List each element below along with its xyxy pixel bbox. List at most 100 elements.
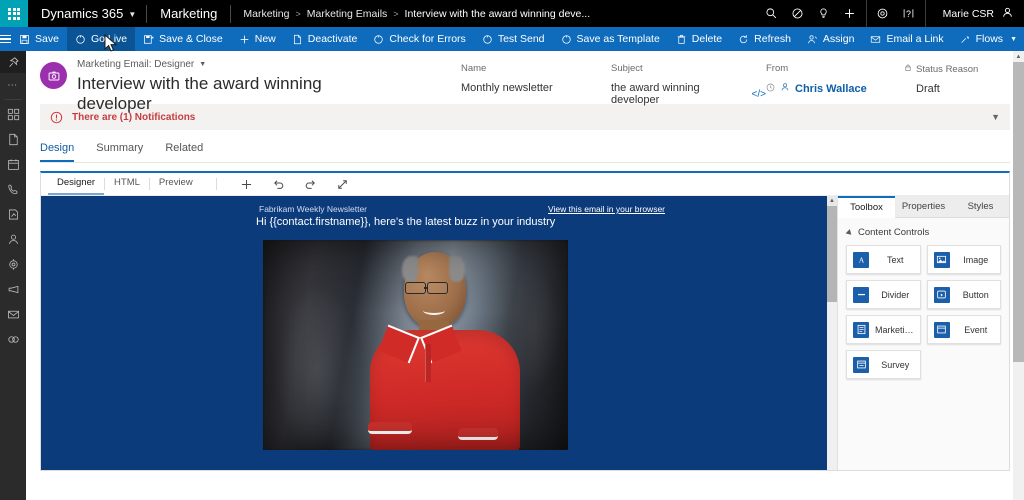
toolbox-tile-button[interactable]: Button (926, 280, 1001, 309)
deactivate-icon (292, 34, 303, 45)
command-bar: Save Go Live Save & Close New Deactivate… (0, 27, 1024, 51)
photo-smile (422, 306, 445, 315)
scroll-up-arrow-icon[interactable]: ▲ (1013, 51, 1024, 62)
deactivate-label: Deactivate (307, 33, 358, 45)
breadcrumb-item-current: Interview with the award winning deve... (404, 7, 591, 20)
tile-label: Button (962, 289, 989, 300)
top-navigation-bar: Dynamics 365 ▼ Marketing Marketing > Mar… (0, 0, 1024, 27)
new-button[interactable]: New (231, 27, 284, 51)
brand-menu[interactable]: Dynamics 365 ▼ (28, 0, 146, 27)
field-value-wrap[interactable]: the award winning developer </> (611, 82, 766, 106)
save-button[interactable]: Save (11, 27, 67, 51)
deactivate-button[interactable]: Deactivate (284, 27, 366, 51)
from-user-link[interactable]: Chris Wallace (795, 83, 867, 95)
sidebar-item-megaphone[interactable] (0, 277, 26, 302)
scroll-up-arrow-icon[interactable]: ▲ (827, 196, 837, 206)
photo-glasses-right (426, 282, 448, 294)
filter-icon[interactable] (785, 0, 811, 27)
field-label: From (766, 63, 789, 74)
header-field-subject: Subject the award winning developer </> (611, 63, 766, 106)
hamburger-icon[interactable] (0, 27, 11, 51)
toolbox-tile-divider[interactable]: Divider (846, 280, 921, 309)
chevron-down-icon[interactable]: ▼ (991, 112, 1000, 122)
toolbox-tile-image[interactable]: Image (926, 245, 1001, 274)
expand-fullscreen-icon[interactable] (327, 173, 359, 195)
sidebar-item-email[interactable] (0, 302, 26, 327)
designer-view-tab-designer[interactable]: Designer (48, 173, 105, 195)
email-hero-image[interactable] (263, 240, 568, 450)
page-vertical-scrollbar[interactable]: ▲ (1013, 51, 1024, 500)
tab-design[interactable]: Design (40, 142, 75, 162)
sidebar-item-settings[interactable] (0, 252, 26, 277)
sitemap-pin-icon[interactable] (0, 51, 26, 73)
event-icon (933, 321, 950, 338)
delete-label: Delete (691, 33, 723, 45)
photo-glasses-left (404, 282, 426, 294)
scrollbar-thumb[interactable] (827, 206, 837, 302)
refresh-button[interactable]: Refresh (730, 27, 799, 51)
tab-styles[interactable]: Styles (952, 196, 1009, 218)
redo-icon[interactable] (295, 173, 327, 195)
flows-button[interactable]: Flows ▼ (952, 27, 1024, 51)
divider (40, 162, 1010, 163)
search-icon[interactable] (759, 0, 785, 27)
toolbox-tile-text[interactable]: A Text (846, 245, 921, 274)
save-as-template-button[interactable]: Save as Template (553, 27, 668, 51)
sidebar-item-calendar[interactable] (0, 152, 26, 177)
tile-label: Text (886, 254, 904, 265)
save-and-close-button[interactable]: Save & Close (135, 27, 231, 51)
photo-glasses-bridge (423, 287, 428, 289)
assign-button[interactable]: Assign (799, 27, 863, 51)
lightbulb-icon[interactable] (811, 0, 837, 27)
email-greeting[interactable]: Hi {{contact.firstname}}, here's the lat… (256, 216, 555, 228)
sidebar-item-contacts-card[interactable] (0, 202, 26, 227)
more-dots-icon[interactable]: ⋯ (0, 73, 26, 97)
toolbox-tile-survey[interactable]: Survey (846, 350, 921, 379)
check-for-errors-button[interactable]: Check for Errors (365, 27, 473, 51)
help-question-icon[interactable]: ? (896, 0, 922, 27)
email-link-icon (870, 34, 881, 45)
delete-button[interactable]: Delete (668, 27, 730, 51)
designer-view-tab-preview[interactable]: Preview (150, 173, 202, 195)
tab-toolbox[interactable]: Toolbox (838, 196, 895, 218)
add-element-icon[interactable] (231, 173, 263, 195)
lock-icon (904, 63, 912, 75)
record-form-selector[interactable]: Marketing Email: Designer ▼ (77, 59, 346, 70)
svg-text:A: A (858, 255, 864, 264)
sidebar-item-segments[interactable] (0, 327, 26, 352)
divider (4, 99, 22, 100)
go-live-button[interactable]: Go Live (66, 27, 136, 51)
designer-view-tab-html[interactable]: HTML (105, 173, 149, 195)
breadcrumb-item-marketing-emails[interactable]: Marketing Emails (307, 8, 388, 20)
field-value-wrap[interactable]: Chris Wallace (766, 82, 904, 95)
divider (215, 178, 217, 190)
waffle-grid-icon[interactable] (0, 0, 28, 27)
tab-summary[interactable]: Summary (96, 142, 143, 162)
content-controls-section-header[interactable]: Content Controls (838, 218, 1009, 245)
add-icon[interactable] (837, 0, 863, 27)
scrollbar-thumb[interactable] (1013, 62, 1024, 362)
user-menu[interactable]: Marie CSR (929, 0, 1024, 27)
breadcrumb-item-marketing[interactable]: Marketing (243, 8, 289, 20)
sidebar-item-person[interactable] (0, 227, 26, 252)
toolbox-tile-marketing-page[interactable]: Marketing Pa... (846, 315, 921, 344)
test-send-button[interactable]: Test Send (474, 27, 553, 51)
canvas-vertical-scrollbar[interactable]: ▲ (827, 196, 837, 470)
email-a-link-button[interactable]: Email a Link (862, 27, 951, 51)
tab-properties[interactable]: Properties (895, 196, 952, 218)
save-close-icon (143, 34, 154, 45)
code-icon[interactable]: </> (752, 89, 766, 100)
email-canvas[interactable]: Fabrikam Weekly Newsletter View this ema… (41, 196, 837, 470)
field-label: Subject (611, 63, 643, 74)
sidebar-item-phone[interactable] (0, 177, 26, 202)
undo-icon[interactable] (263, 173, 295, 195)
view-in-browser-link[interactable]: View this email in your browser (548, 204, 665, 214)
email-brand-line: Fabrikam Weekly Newsletter (259, 204, 368, 214)
sidebar-item-page[interactable] (0, 127, 26, 152)
settings-gear-icon[interactable] (870, 0, 896, 27)
sidebar-item-dashboard[interactable] (0, 102, 26, 127)
field-value[interactable]: Monthly newsletter (461, 82, 611, 94)
flows-label: Flows (975, 33, 1004, 45)
tab-related[interactable]: Related (165, 142, 203, 162)
toolbox-tile-event[interactable]: Event (926, 315, 1001, 344)
